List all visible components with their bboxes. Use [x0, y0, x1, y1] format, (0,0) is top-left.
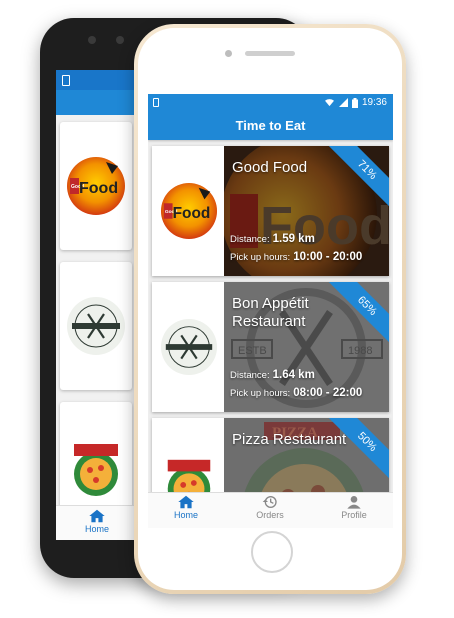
restaurant-hours: Pick up hours: 10:00 - 20:00: [230, 251, 363, 263]
pizza-logo: [160, 453, 218, 493]
restaurant-distance: Distance: 1.64 km: [230, 369, 315, 381]
restaurant-photo: ESTB 1988 Bon Appétit Restaurant Distanc…: [224, 282, 389, 412]
back-tab-home[interactable]: Home: [68, 509, 126, 534]
restaurant-card-good-food[interactable]: Good Food Food Good Food Distance:1.59: [152, 146, 389, 276]
svg-text:Food: Food: [260, 196, 389, 256]
restaurant-photo: PIZZA Pizza Restaurant 50%: [224, 418, 389, 493]
back-card-good-food[interactable]: Good Food: [60, 122, 132, 250]
restaurant-card-pizza[interactable]: PIZZA Pizza Restaurant 50%: [152, 418, 389, 493]
tab-orders-label: Orders: [256, 510, 284, 520]
home-icon: [178, 495, 194, 509]
restaurant-photo: Food Good Food Distance: 1.59 km Pick up …: [224, 146, 389, 276]
sim-icon: [62, 75, 70, 86]
restaurant-list[interactable]: Good Food Food Good Food Distance:1.59: [148, 140, 393, 493]
sim-icon: [153, 98, 159, 107]
svg-text:ESTB: ESTB: [238, 345, 267, 357]
speaker-grille: [245, 51, 295, 56]
home-icon: [89, 509, 105, 523]
good-food-logo: Good Food: [160, 181, 218, 241]
signal-icon: [338, 98, 348, 107]
hardware-home-button[interactable]: [251, 531, 293, 573]
tab-profile-label: Profile: [341, 510, 367, 520]
good-food-logo: Good Food: [66, 155, 126, 217]
status-bar: 19:36: [148, 94, 393, 112]
back-card-street-cafe[interactable]: [60, 262, 132, 390]
restaurant-name: Bon Appétit Restaurant: [232, 295, 309, 330]
restaurant-card-bon-appetit[interactable]: ESTB 1988 Bon Appétit Restaurant Distanc…: [152, 282, 389, 412]
restaurant-distance: Distance: 1.59 km: [230, 233, 315, 245]
restaurant-logo-box: [152, 418, 224, 493]
person-icon: [347, 496, 361, 509]
battery-icon: [351, 97, 358, 108]
bottom-tab-bar: Home Orders Profile: [148, 492, 393, 528]
pizza-logo: [66, 437, 126, 499]
history-icon: [262, 496, 277, 508]
tab-home[interactable]: Home: [156, 495, 216, 520]
svg-text:Food: Food: [173, 205, 211, 222]
restaurant-hours: Pick up hours: 08:00 - 22:00: [230, 387, 363, 399]
restaurant-logo-box: [152, 282, 224, 412]
back-tab-home-label: Home: [84, 524, 109, 534]
status-time: 19:36: [361, 97, 387, 108]
restaurant-name: Good Food: [232, 159, 308, 176]
tab-home-label: Home: [173, 510, 198, 520]
tab-profile[interactable]: Profile: [324, 495, 384, 520]
wifi-icon: [324, 99, 334, 107]
app-screen: 19:36 Time to Eat Good Food Food Good Fo…: [148, 94, 393, 528]
svg-text:Food: Food: [79, 180, 118, 197]
restaurant-logo-box: Good Food: [152, 146, 224, 276]
camera-icon: [225, 50, 232, 57]
sensor-icon: [116, 36, 124, 44]
app-bar-title: Time to Eat: [148, 112, 393, 140]
svg-text:1988: 1988: [348, 345, 372, 357]
street-cafe-logo: [66, 295, 126, 357]
street-cafe-logo: [160, 317, 218, 377]
front-phone: 19:36 Time to Eat Good Food Food Good Fo…: [134, 24, 406, 594]
camera-icon: [88, 36, 96, 44]
tab-orders[interactable]: Orders: [240, 495, 300, 520]
restaurant-name: Pizza Restaurant: [232, 431, 347, 448]
